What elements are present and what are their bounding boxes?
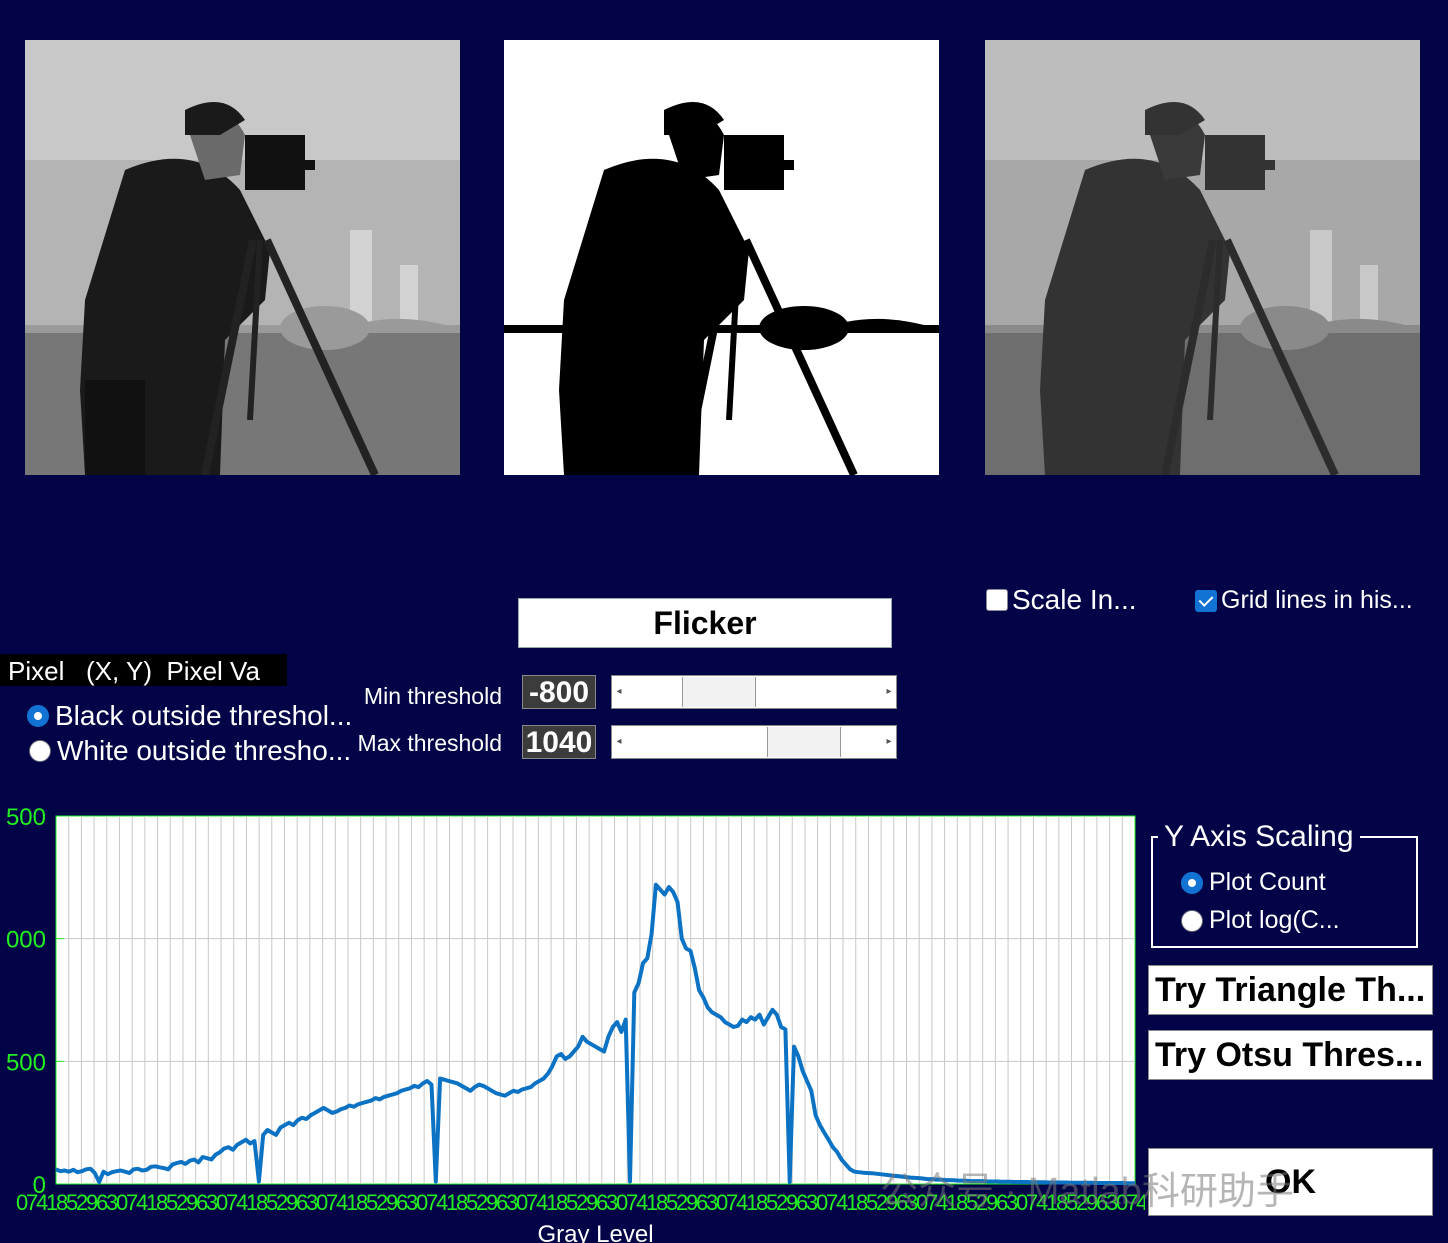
histogram-chart: 0500000500074185296307418529630741852963…	[6, 804, 1145, 1243]
black-outside-label: Black outside threshol...	[55, 700, 353, 731]
grid-lines-checkbox-box[interactable]	[1195, 589, 1217, 612]
grid-lines-checkbox-label: Grid lines in his...	[1221, 586, 1413, 614]
slider-left-arrow-icon[interactable]: ◂	[612, 676, 626, 708]
y-tick-label: 500	[6, 1049, 46, 1076]
x-tick-labels: 0741852963074185296307418529630741852963…	[16, 1190, 1145, 1215]
y-axis-scaling-title: Y Axis Scaling	[1158, 820, 1360, 854]
x-tick-label: 4	[1136, 1190, 1145, 1215]
plot-count-radio-dot[interactable]	[1181, 871, 1203, 894]
original-image-scene	[25, 40, 460, 475]
y-tick-label: 000	[6, 927, 46, 954]
pixel-info-readout: Pixel (X, Y) Pixel Va	[0, 654, 287, 686]
masked-image-scene	[985, 40, 1420, 475]
min-threshold-label: Min threshold	[363, 683, 502, 709]
black-outside-radio-dot[interactable]	[27, 705, 49, 727]
min-threshold-slider-thumb[interactable]	[681, 677, 756, 707]
flicker-button[interactable]: Flicker	[518, 598, 892, 648]
min-threshold-value[interactable]: -800	[522, 675, 596, 709]
scale-checkbox-label: Scale In...	[1012, 584, 1137, 615]
plot-log-radio-dot[interactable]	[1181, 909, 1203, 932]
plot-log-radio[interactable]: Plot log(C...	[1181, 906, 1340, 935]
white-outside-label: White outside thresho...	[57, 735, 352, 766]
slider-left-arrow-icon[interactable]: ◂	[612, 726, 626, 758]
original-image	[25, 40, 460, 475]
max-threshold-slider[interactable]: ◂ ▸	[611, 725, 897, 759]
max-threshold-slider-thumb[interactable]	[767, 727, 842, 757]
plot-log-label: Plot log(C...	[1209, 906, 1340, 934]
black-outside-radio[interactable]: Black outside threshol...	[27, 700, 352, 732]
histogram-plot-area	[55, 815, 1136, 1185]
binary-mask-image	[503, 40, 940, 475]
binary-mask-image-scene	[504, 40, 939, 475]
y-tick-label: 500	[6, 804, 46, 831]
max-threshold-value[interactable]: 1040	[522, 725, 596, 759]
masked-image	[985, 40, 1420, 475]
x-axis-label: Gray Level	[537, 1221, 653, 1243]
grid-lines-checkbox[interactable]: Grid lines in his...	[1195, 586, 1413, 615]
scale-checkbox-box[interactable]	[986, 589, 1008, 611]
plot-count-label: Plot Count	[1209, 868, 1326, 896]
y-axis-scaling-panel: Y Axis Scaling Plot Count Plot log(C...	[1151, 820, 1418, 948]
try-triangle-button[interactable]: Try Triangle Th...	[1148, 965, 1433, 1015]
white-outside-radio-dot[interactable]	[29, 740, 51, 762]
scale-checkbox[interactable]: Scale In...	[986, 584, 1137, 616]
min-threshold-slider[interactable]: ◂ ▸	[611, 675, 897, 709]
slider-right-arrow-icon[interactable]: ▸	[882, 676, 896, 708]
max-threshold-label: Max threshold	[358, 730, 502, 756]
plot-count-radio[interactable]: Plot Count	[1181, 868, 1326, 897]
white-outside-radio[interactable]: White outside thresho...	[29, 735, 351, 767]
slider-right-arrow-icon[interactable]: ▸	[882, 726, 896, 758]
try-otsu-button[interactable]: Try Otsu Thres...	[1148, 1030, 1433, 1080]
ok-button[interactable]: OK	[1148, 1148, 1433, 1216]
